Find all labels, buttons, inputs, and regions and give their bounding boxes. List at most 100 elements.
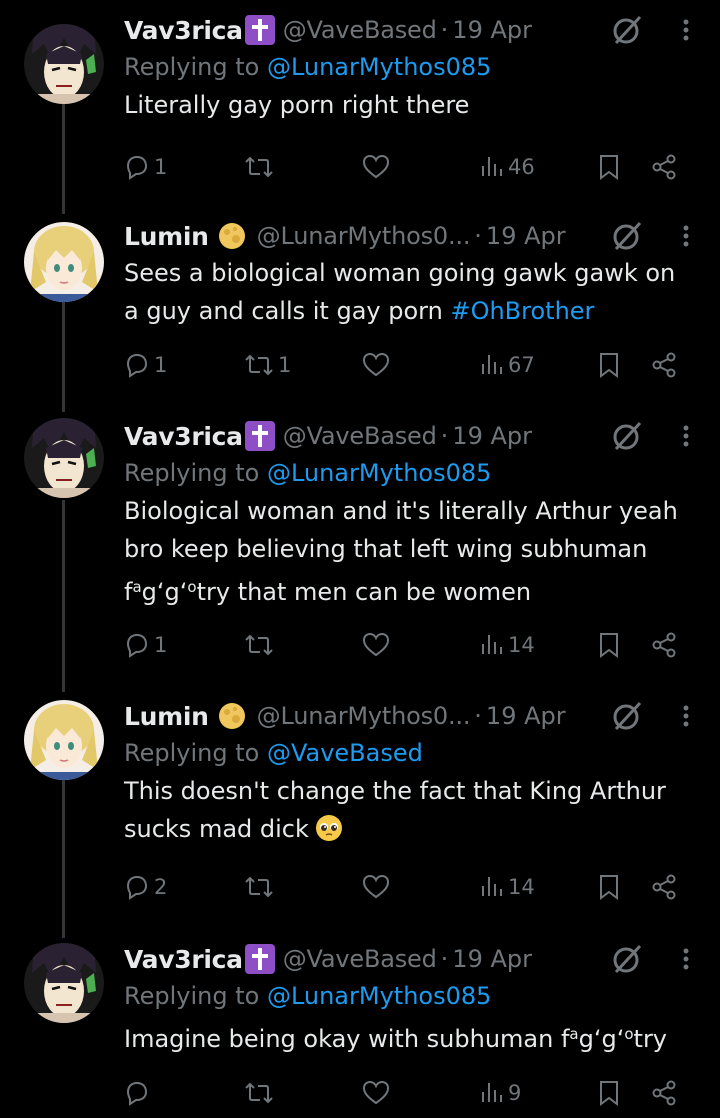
replying-to: Replying to @LunarMythos085: [124, 459, 492, 487]
thread-line: [62, 300, 65, 412]
retweet-count: 1: [278, 353, 292, 377]
more-options-icon[interactable]: [682, 704, 690, 728]
tweet-text: Sees a biological woman going gawk gawk …: [124, 259, 676, 325]
view-count: 46: [508, 155, 535, 179]
timestamp[interactable]: 19 Apr: [452, 16, 532, 44]
more-options-icon[interactable]: [682, 18, 690, 42]
bookmark-button[interactable]: [598, 1073, 620, 1113]
mention-link[interactable]: @VaveBased: [267, 739, 423, 767]
timestamp[interactable]: 19 Apr: [452, 422, 532, 450]
share-button[interactable]: [650, 867, 678, 907]
bookmark-icon: [600, 875, 618, 900]
like-button[interactable]: [362, 147, 394, 187]
grok-icon[interactable]: [610, 942, 644, 976]
grok-icon[interactable]: [610, 419, 644, 453]
thread-line: [62, 104, 65, 214]
share-button[interactable]: [650, 345, 678, 385]
grok-icon[interactable]: [610, 699, 644, 733]
latin-cross-icon: [244, 944, 275, 974]
latin-cross-icon: [244, 421, 275, 451]
author-handle[interactable]: @LunarMythos0...: [257, 222, 471, 250]
bookmark-icon: [600, 633, 618, 658]
author-name[interactable]: Lumin: [124, 702, 209, 731]
full-moon-icon: [218, 703, 245, 729]
grok-icon[interactable]: [610, 219, 644, 253]
retweet-button[interactable]: [244, 1073, 278, 1113]
share-button[interactable]: [650, 625, 678, 665]
bookmark-button[interactable]: [598, 345, 620, 385]
reply-button[interactable]: 1: [124, 345, 167, 385]
author-handle[interactable]: @LunarMythos0...: [257, 702, 471, 730]
views-button[interactable]: 14: [480, 867, 535, 907]
retweet-icon: [245, 876, 273, 898]
tweet-actions: 9: [124, 1073, 690, 1113]
author-name[interactable]: Vav3rica: [124, 945, 243, 974]
mention-link[interactable]: @LunarMythos085: [267, 53, 491, 81]
reply-icon: [126, 1081, 148, 1106]
author-name[interactable]: Vav3rica: [124, 422, 243, 451]
reply-button[interactable]: 1: [124, 625, 167, 665]
grok-icon[interactable]: [610, 13, 644, 47]
avatar[interactable]: [24, 418, 104, 498]
tweet-text: Imagine being okay with subhuman fag‘g‘o…: [124, 1025, 668, 1053]
replying-to: Replying to @VaveBased: [124, 739, 423, 767]
share-button[interactable]: [650, 147, 678, 187]
replying-to: Replying to @LunarMythos085: [124, 53, 492, 81]
avatar[interactable]: [24, 700, 104, 780]
avatar[interactable]: [24, 943, 104, 1023]
latin-cross-icon: [244, 15, 275, 45]
author-name[interactable]: Vav3rica: [124, 16, 243, 45]
views-button[interactable]: 46: [480, 147, 535, 187]
mention-link[interactable]: @LunarMythos085: [267, 982, 491, 1010]
replying-to: Replying to @LunarMythos085: [124, 982, 492, 1010]
bookmark-button[interactable]: [598, 147, 620, 187]
share-button[interactable]: [650, 1073, 678, 1113]
retweet-button[interactable]: 1: [244, 345, 291, 385]
author-name[interactable]: Lumin: [124, 222, 209, 251]
heart-icon: [362, 154, 390, 179]
tweet-text: Literally gay porn right there: [124, 91, 470, 119]
avatar[interactable]: [24, 222, 104, 302]
reply-icon: [126, 875, 148, 900]
reply-button[interactable]: [124, 1073, 154, 1113]
views-button[interactable]: 14: [480, 625, 535, 665]
share-icon: [652, 874, 676, 900]
bookmark-button[interactable]: [598, 625, 620, 665]
pleading-face-icon: [315, 815, 342, 841]
timestamp[interactable]: 19 Apr: [486, 702, 566, 730]
thread-line: [62, 780, 65, 938]
reply-count: 1: [154, 633, 168, 657]
retweet-icon: [245, 634, 273, 656]
mention-link[interactable]: @LunarMythos085: [267, 459, 491, 487]
bookmark-button[interactable]: [598, 867, 620, 907]
retweet-button[interactable]: [244, 625, 278, 665]
avatar[interactable]: [24, 24, 104, 104]
hashtag-link[interactable]: #OhBrother: [450, 297, 594, 325]
author-handle[interactable]: @VaveBased: [283, 945, 437, 973]
bookmark-icon: [600, 155, 618, 180]
full-moon-icon: [218, 223, 245, 249]
reply-icon: [126, 633, 148, 658]
author-handle[interactable]: @VaveBased: [283, 16, 437, 44]
more-options-icon[interactable]: [682, 224, 690, 248]
retweet-button[interactable]: [244, 867, 278, 907]
tweet-text: Biological woman and it's literally Arth…: [124, 497, 678, 606]
reply-count: 1: [154, 155, 168, 179]
timestamp[interactable]: 19 Apr: [486, 222, 566, 250]
share-icon: [652, 352, 676, 378]
more-options-icon[interactable]: [682, 424, 690, 448]
timestamp[interactable]: 19 Apr: [452, 945, 532, 973]
like-button[interactable]: [362, 1073, 394, 1113]
author-handle[interactable]: @VaveBased: [283, 422, 437, 450]
like-button[interactable]: [362, 625, 394, 665]
like-button[interactable]: [362, 867, 394, 907]
like-button[interactable]: [362, 345, 394, 385]
retweet-button[interactable]: [244, 147, 278, 187]
reply-button[interactable]: 1: [124, 147, 167, 187]
reply-icon: [126, 155, 148, 180]
reply-button[interactable]: 2: [124, 867, 167, 907]
more-options-icon[interactable]: [682, 947, 690, 971]
views-button[interactable]: 9: [480, 1073, 521, 1113]
views-icon: [482, 157, 502, 176]
views-button[interactable]: 67: [480, 345, 535, 385]
